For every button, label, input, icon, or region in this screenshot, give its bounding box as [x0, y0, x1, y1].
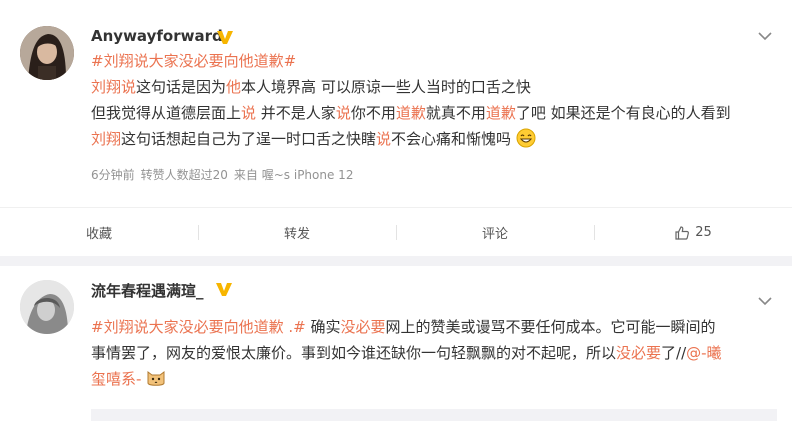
post-source: 来自 喔~s iPhone 12 — [233, 168, 354, 182]
highlight-keyword: 说 — [335, 104, 351, 122]
grin-emoji-icon — [516, 128, 536, 148]
post-line: 事情罢了，网友的爱恨太廉价。事到如今谁还缺你一句轻飘飘的对不起呢，所以没必要了/… — [91, 340, 781, 366]
repost-label: 转发 — [283, 227, 310, 242]
post-line: 但我觉得从道德层面上说 并不是人家说你不用道歉就真不用道歉了吧 如果还是个有良心… — [91, 100, 781, 126]
highlight-keyword: 没必要 — [340, 318, 386, 336]
highlight-keyword: 道歉 — [485, 104, 516, 122]
text-fragment: 了吧 如果还是个有良心的人看到 — [515, 104, 731, 122]
text-fragment: 这句话想起自己为了逞一时口舌之快瞎 — [121, 130, 377, 148]
like-button[interactable]: 25 — [594, 208, 792, 257]
verified-v-icon — [216, 283, 232, 296]
post-text: #刘翔说大家没必要向他道歉# 刘翔说这句话是因为他本人境界高 可以原谅一些人当时… — [91, 48, 781, 152]
thumbs-up-icon — [675, 225, 690, 240]
avatar-photo — [20, 280, 74, 334]
post-line: #刘翔说大家没必要向他道歉# — [91, 48, 781, 74]
text-fragment: 但我觉得从道德层面上 — [91, 104, 242, 122]
post-line: #刘翔说大家没必要向他道歉 .# 确实没必要网上的赞美或谩骂不要任何成本。它可能… — [91, 314, 781, 340]
topic-hashtag-link[interactable]: #刘翔说大家没必要向他道歉# — [91, 52, 296, 70]
highlight-keyword: 刘翔说 — [91, 78, 137, 96]
text-fragment: 就真不用 — [425, 104, 486, 122]
text-fragment: 确实 — [305, 318, 341, 336]
highlight-keyword: 没必要 — [616, 344, 662, 362]
mention-link[interactable]: @-曦 — [686, 344, 721, 362]
highlight-keyword: 说 — [241, 104, 257, 122]
text-fragment: 了// — [661, 344, 687, 362]
text-fragment: 本人境界高 可以原谅一些人当时的口舌之快 — [241, 78, 531, 96]
post-line: 刘翔说这句话是因为他本人境界高 可以原谅一些人当时的口舌之快 — [91, 74, 781, 100]
chevron-down-icon[interactable] — [758, 31, 772, 41]
username[interactable]: Anywayforward — [91, 27, 223, 45]
comment-label: 评论 — [481, 227, 508, 242]
post-time[interactable]: 6分钟前 — [91, 168, 135, 182]
highlight-keyword: 他 — [226, 78, 242, 96]
highlight-keyword: 道歉 — [395, 104, 426, 122]
post-text: #刘翔说大家没必要向他道歉 .# 确实没必要网上的赞美或谩骂不要任何成本。它可能… — [91, 314, 781, 392]
like-count: 25 — [695, 225, 712, 240]
avatar-photo — [20, 26, 74, 80]
mention-link[interactable]: 玺嘻系- — [91, 370, 141, 388]
cat-emoji-icon — [147, 371, 165, 386]
text-fragment: 不会心痛和惭愧吗 — [391, 130, 512, 148]
post-line: 刘翔这句话想起自己为了逞一时口舌之快瞎说不会心痛和惭愧吗 — [91, 126, 781, 152]
verified-v-icon — [217, 31, 233, 44]
repost-button[interactable]: 转发 — [198, 208, 396, 257]
highlight-keyword: 说 — [376, 130, 392, 148]
collect-button[interactable]: 收藏 — [0, 208, 198, 257]
username[interactable]: 流年春程遇满瑄_ — [91, 280, 204, 301]
post-line: 玺嘻系- — [91, 366, 781, 392]
text-fragment: 这句话是因为 — [136, 78, 227, 96]
avatar[interactable] — [20, 26, 74, 80]
text-fragment: 并不是人家 — [256, 104, 336, 122]
highlight-keyword: 刘翔 — [91, 130, 122, 148]
topic-hashtag-link[interactable]: #刘翔说大家没必要向他道歉 .# — [91, 318, 306, 336]
post-card: Anywayforward #刘翔说大家没必要向他道歉# 刘翔说这句话是因为他本… — [0, 0, 792, 256]
post-meta: 6分钟前 转赞人数超过20 来自 喔~s iPhone 12 — [91, 166, 359, 183]
text-fragment: 事情罢了，网友的爱恨太廉价。事到如今谁还缺你一句轻飘飘的对不起呢，所以 — [91, 344, 617, 362]
comment-button[interactable]: 评论 — [396, 208, 594, 257]
chevron-down-icon[interactable] — [758, 296, 772, 306]
text-fragment: 网上的赞美或谩骂不要任何成本。它可能一瞬间的 — [385, 318, 716, 336]
text-fragment: 你不用 — [350, 104, 396, 122]
post-card: 流年春程遇满瑄_ #刘翔说大家没必要向他道歉 .# 确实没必要网上的赞美或谩骂不… — [0, 266, 792, 421]
avatar[interactable] — [20, 280, 74, 334]
repost-box — [91, 409, 777, 421]
action-bar: 收藏 转发 评论 25 — [0, 207, 792, 256]
repost-count: 转赞人数超过20 — [140, 168, 228, 182]
collect-label: 收藏 — [85, 227, 112, 242]
